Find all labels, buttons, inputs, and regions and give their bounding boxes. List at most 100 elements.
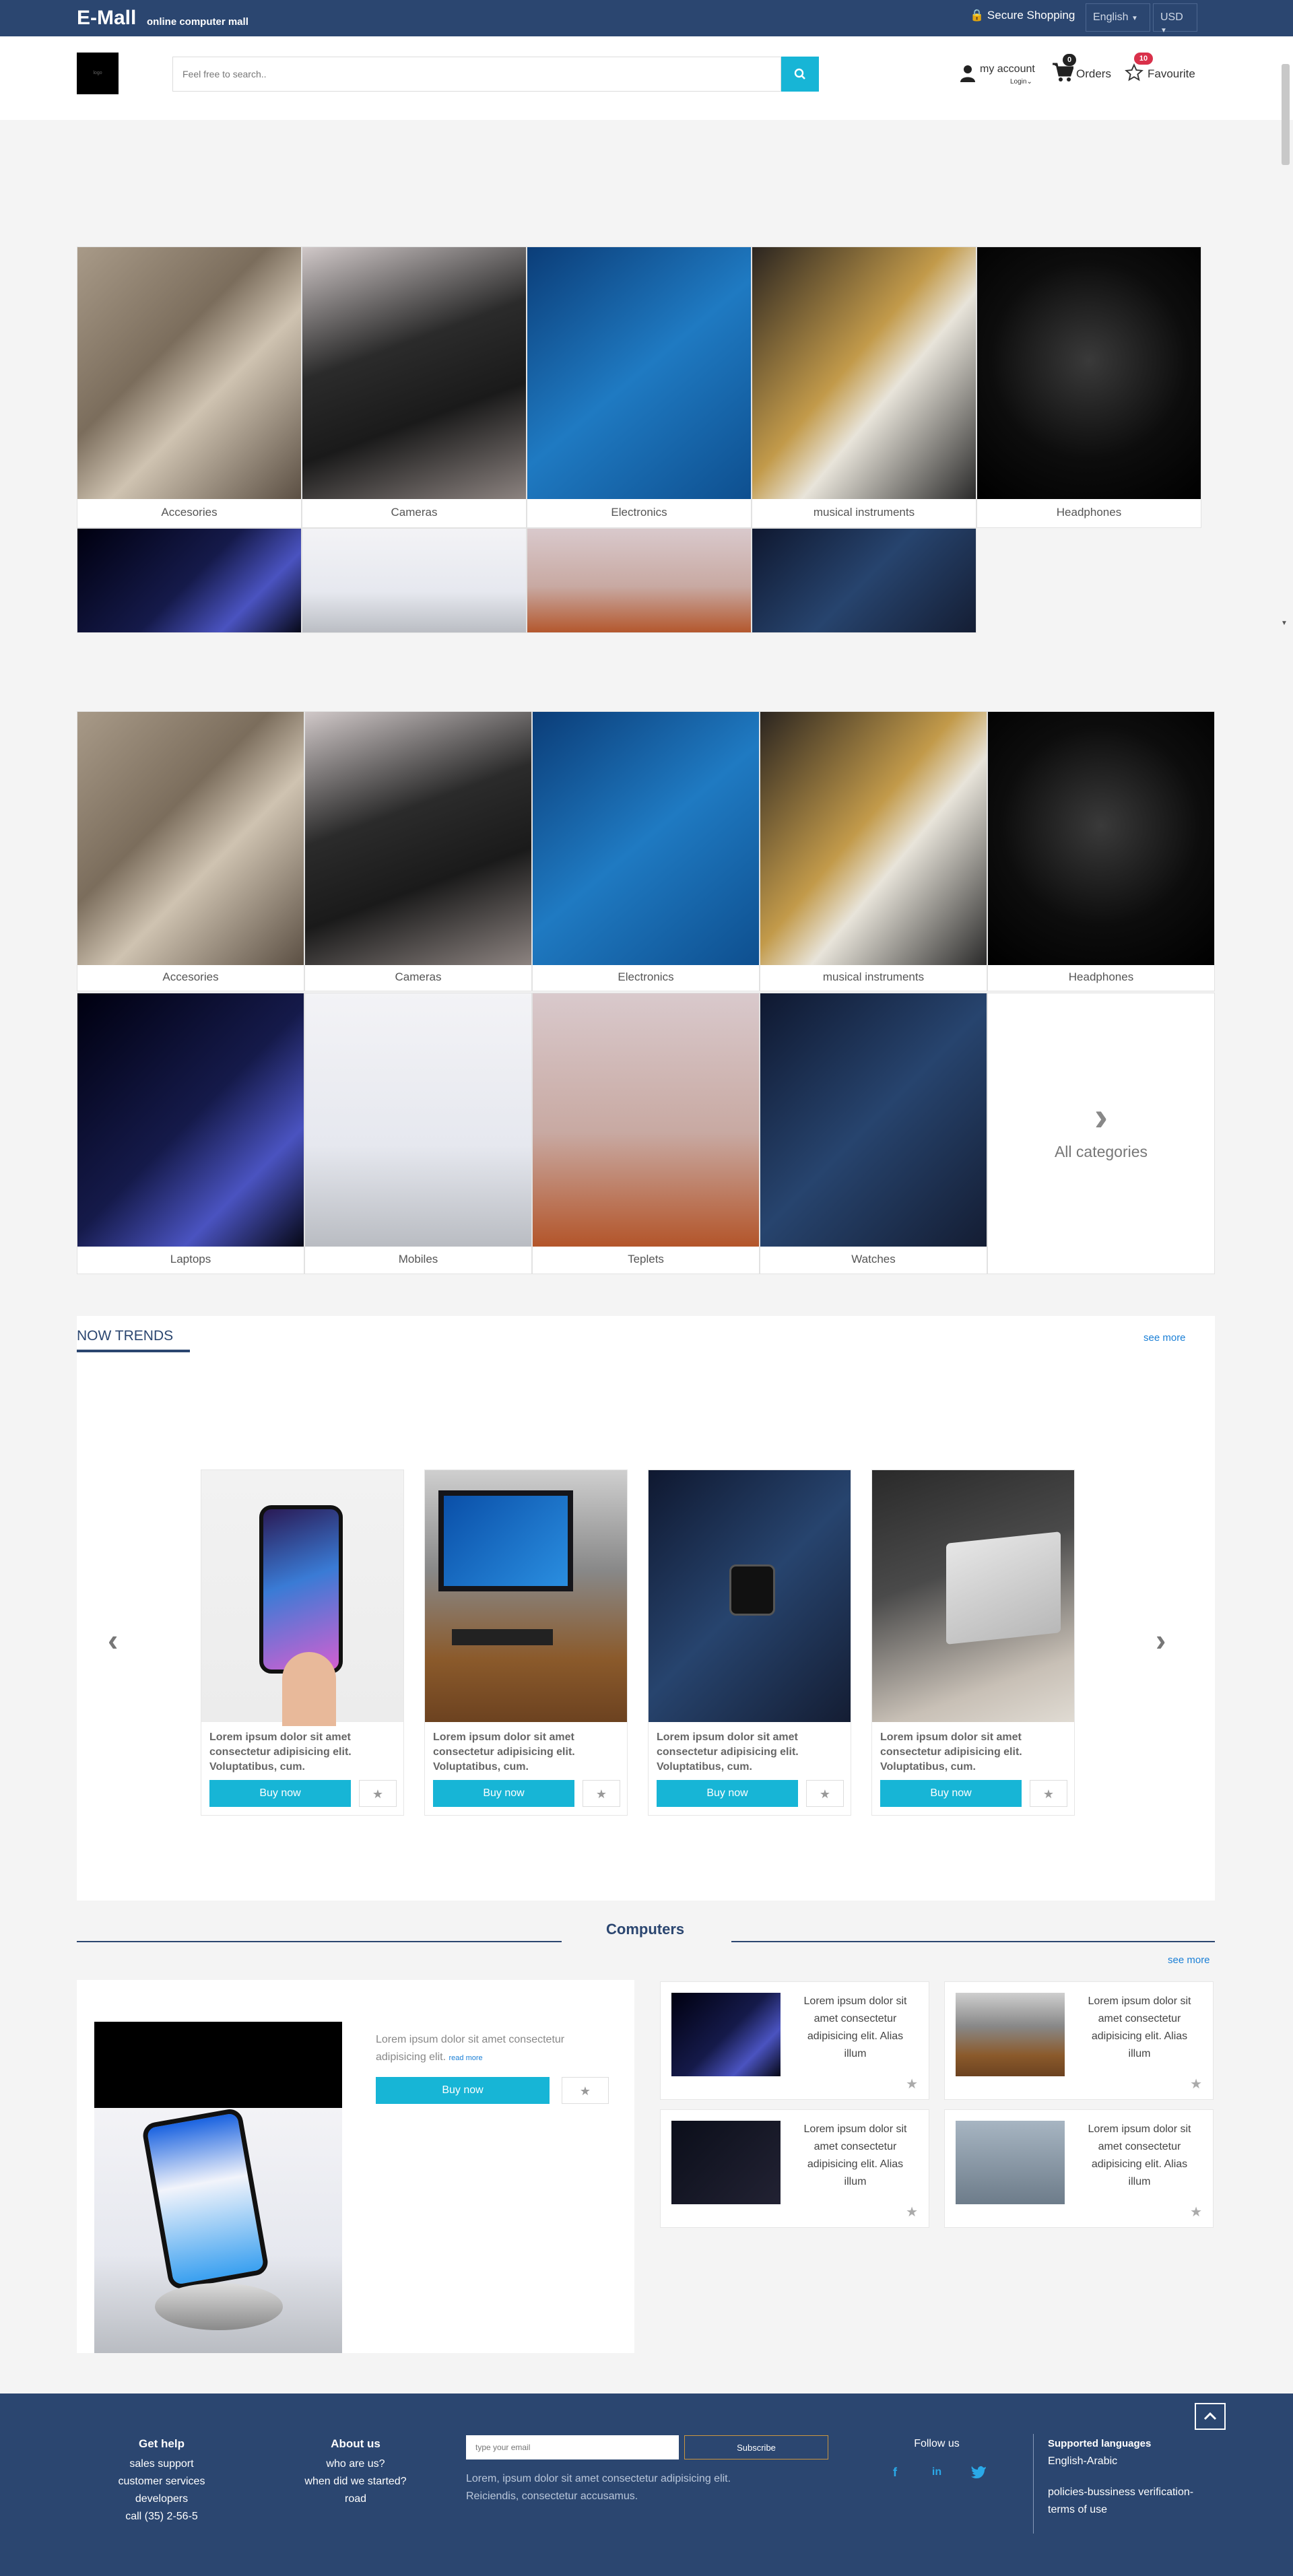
search-button[interactable]	[781, 57, 819, 92]
computers-see-more-link[interactable]: see more	[1168, 1954, 1210, 1966]
category-tile[interactable]: Cameras	[302, 246, 527, 528]
guitar-image	[760, 712, 987, 965]
trends-title: NOW TRENDS	[77, 1328, 174, 1344]
buy-now-button[interactable]: Buy now	[657, 1780, 798, 1807]
header: logo my account Login⌄ 0 Orders 10 Favou…	[0, 36, 1293, 120]
brand-name[interactable]: E-Mall	[77, 7, 136, 30]
category-tile[interactable]: musical instruments	[760, 711, 987, 991]
carousel-next-icon[interactable]: ›	[1156, 1622, 1166, 1658]
category-tile[interactable]: Accesories	[77, 711, 304, 991]
category-tile[interactable]: Cameras	[304, 711, 532, 991]
buy-now-button[interactable]: Buy now	[880, 1780, 1022, 1807]
back-to-top-button[interactable]	[1195, 2403, 1226, 2430]
headphones-image	[988, 712, 1214, 965]
trends-see-more-link[interactable]: see more	[1143, 1332, 1186, 1344]
phone-in-hand-image	[201, 1470, 403, 1726]
category-tile[interactable]: Mobiles	[304, 993, 532, 1274]
favourite-count-badge: 10	[1134, 53, 1153, 65]
product-card[interactable]: Lorem ipsum dolor sit amet consectetur a…	[648, 1469, 851, 1816]
product-card[interactable]: Lorem ipsum dolor sit amet consectetur a…	[660, 2109, 929, 2228]
help-link[interactable]: sales support	[101, 2455, 222, 2473]
all-categories-tile[interactable]: › All categories	[987, 993, 1215, 1274]
scroll-down-arrow-icon[interactable]: ▼	[1281, 620, 1288, 627]
product-card[interactable]: Lorem ipsum dolor sit amet consectetur a…	[201, 1469, 404, 1816]
search-input[interactable]	[172, 57, 781, 92]
favourite-star-icon[interactable]: ★	[1030, 1780, 1067, 1807]
favourite-star-icon[interactable]: ★	[1190, 2076, 1202, 2092]
category-tile[interactable]	[527, 528, 752, 633]
orders-link[interactable]: Orders	[1076, 67, 1111, 81]
carousel-prev-icon[interactable]: ‹	[108, 1622, 118, 1658]
language-dropdown[interactable]: English ▼	[1086, 3, 1150, 32]
category-label: Headphones	[1068, 970, 1134, 983]
subscribe-button[interactable]: Subscribe	[684, 2435, 828, 2459]
help-title: Get help	[138, 2437, 185, 2450]
buy-now-button[interactable]: Buy now	[433, 1780, 574, 1807]
product-card[interactable]: Lorem ipsum dolor sit amet consectetur a…	[944, 1981, 1214, 2100]
favourite-star-icon[interactable]: ★	[906, 2204, 918, 2220]
category-tile[interactable]: Headphones	[987, 711, 1215, 991]
chevron-right-icon: ›	[1094, 1094, 1108, 1139]
category-tile[interactable]: Watches	[760, 993, 987, 1274]
chevron-up-icon	[1203, 2412, 1217, 2420]
email-input[interactable]	[466, 2435, 679, 2459]
orders-count-badge: 0	[1063, 54, 1076, 66]
product-card[interactable]: Lorem ipsum dolor sit amet consectetur a…	[871, 1469, 1075, 1816]
about-link[interactable]: who are us?	[281, 2455, 430, 2473]
category-label: Accesories	[162, 970, 219, 983]
about-link[interactable]: when did we started?	[281, 2473, 430, 2490]
about-link[interactable]: road	[281, 2490, 430, 2508]
star-outline-icon[interactable]	[1125, 63, 1143, 82]
top-bar: E-Mall online computer mall 🔒 Secure Sho…	[0, 0, 1293, 36]
category-tile[interactable]: Electronics	[527, 246, 752, 528]
favourite-star-icon[interactable]: ★	[359, 1780, 397, 1807]
phone-image	[671, 2121, 781, 2204]
camera-image	[302, 247, 526, 499]
category-label: Electronics	[611, 506, 667, 519]
category-tile[interactable]	[302, 528, 527, 633]
scrollbar-thumb[interactable]	[1282, 64, 1290, 165]
category-tile[interactable]: Laptops	[77, 993, 304, 1274]
favourite-star-icon[interactable]: ★	[906, 2076, 918, 2092]
help-link[interactable]: developers	[101, 2490, 222, 2508]
category-tile[interactable]: Teplets	[532, 993, 760, 1274]
login-dropdown[interactable]: Login⌄	[1010, 78, 1032, 86]
currency-dropdown[interactable]: USD ▼	[1153, 3, 1197, 34]
category-preview-panel: Accesories Cameras Electronics musical i…	[77, 246, 1201, 633]
buy-now-button[interactable]: Buy now	[209, 1780, 351, 1807]
category-tile[interactable]	[77, 528, 302, 633]
footer-blurb: Lorem, ipsum dolor sit amet consectetur …	[466, 2473, 731, 2502]
product-card[interactable]: Lorem ipsum dolor sit amet consectetur a…	[424, 1469, 628, 1816]
featured-product[interactable]: Lorem ipsum dolor sit amet consectetur a…	[77, 1980, 634, 2353]
category-label: Mobiles	[398, 1253, 438, 1265]
product-card[interactable]: Lorem ipsum dolor sit amet consectetur a…	[660, 1981, 929, 2100]
favourite-star-icon[interactable]: ★	[583, 1780, 620, 1807]
twitter-icon[interactable]	[968, 2462, 989, 2482]
favourite-star-icon[interactable]: ★	[1190, 2204, 1202, 2220]
guitar-image	[752, 247, 976, 499]
user-icon[interactable]	[960, 65, 975, 82]
facebook-icon[interactable]: f	[885, 2462, 905, 2482]
linkedin-icon[interactable]: in	[927, 2462, 947, 2482]
help-link[interactable]: call (35) 2-56-5	[101, 2508, 222, 2525]
category-tile[interactable]: Headphones	[976, 246, 1201, 528]
brand-tagline: online computer mall	[147, 16, 248, 28]
favourite-star-icon[interactable]: ★	[562, 2077, 609, 2104]
category-tile[interactable]: Accesories	[77, 246, 302, 528]
category-tile[interactable]: musical instruments	[752, 246, 976, 528]
category-label: Watches	[851, 1253, 896, 1265]
category-tile[interactable]: Electronics	[532, 711, 760, 991]
computers-title: Computers	[606, 1921, 685, 1938]
logo[interactable]: logo	[77, 53, 119, 94]
favourite-link[interactable]: Favourite	[1148, 67, 1195, 81]
help-link[interactable]: customer services	[101, 2473, 222, 2490]
policies-link[interactable]: policies-bussiness verification-terms of…	[1048, 2484, 1216, 2519]
my-account-link[interactable]: my account	[980, 63, 1035, 75]
watch-image	[760, 993, 987, 1247]
category-label: Accesories	[161, 506, 218, 519]
read-more-link[interactable]: read more	[449, 2054, 483, 2062]
favourite-star-icon[interactable]: ★	[806, 1780, 844, 1807]
product-card[interactable]: Lorem ipsum dolor sit amet consectetur a…	[944, 2109, 1214, 2228]
category-tile[interactable]	[752, 528, 976, 633]
buy-now-button[interactable]: Buy now	[376, 2077, 550, 2104]
